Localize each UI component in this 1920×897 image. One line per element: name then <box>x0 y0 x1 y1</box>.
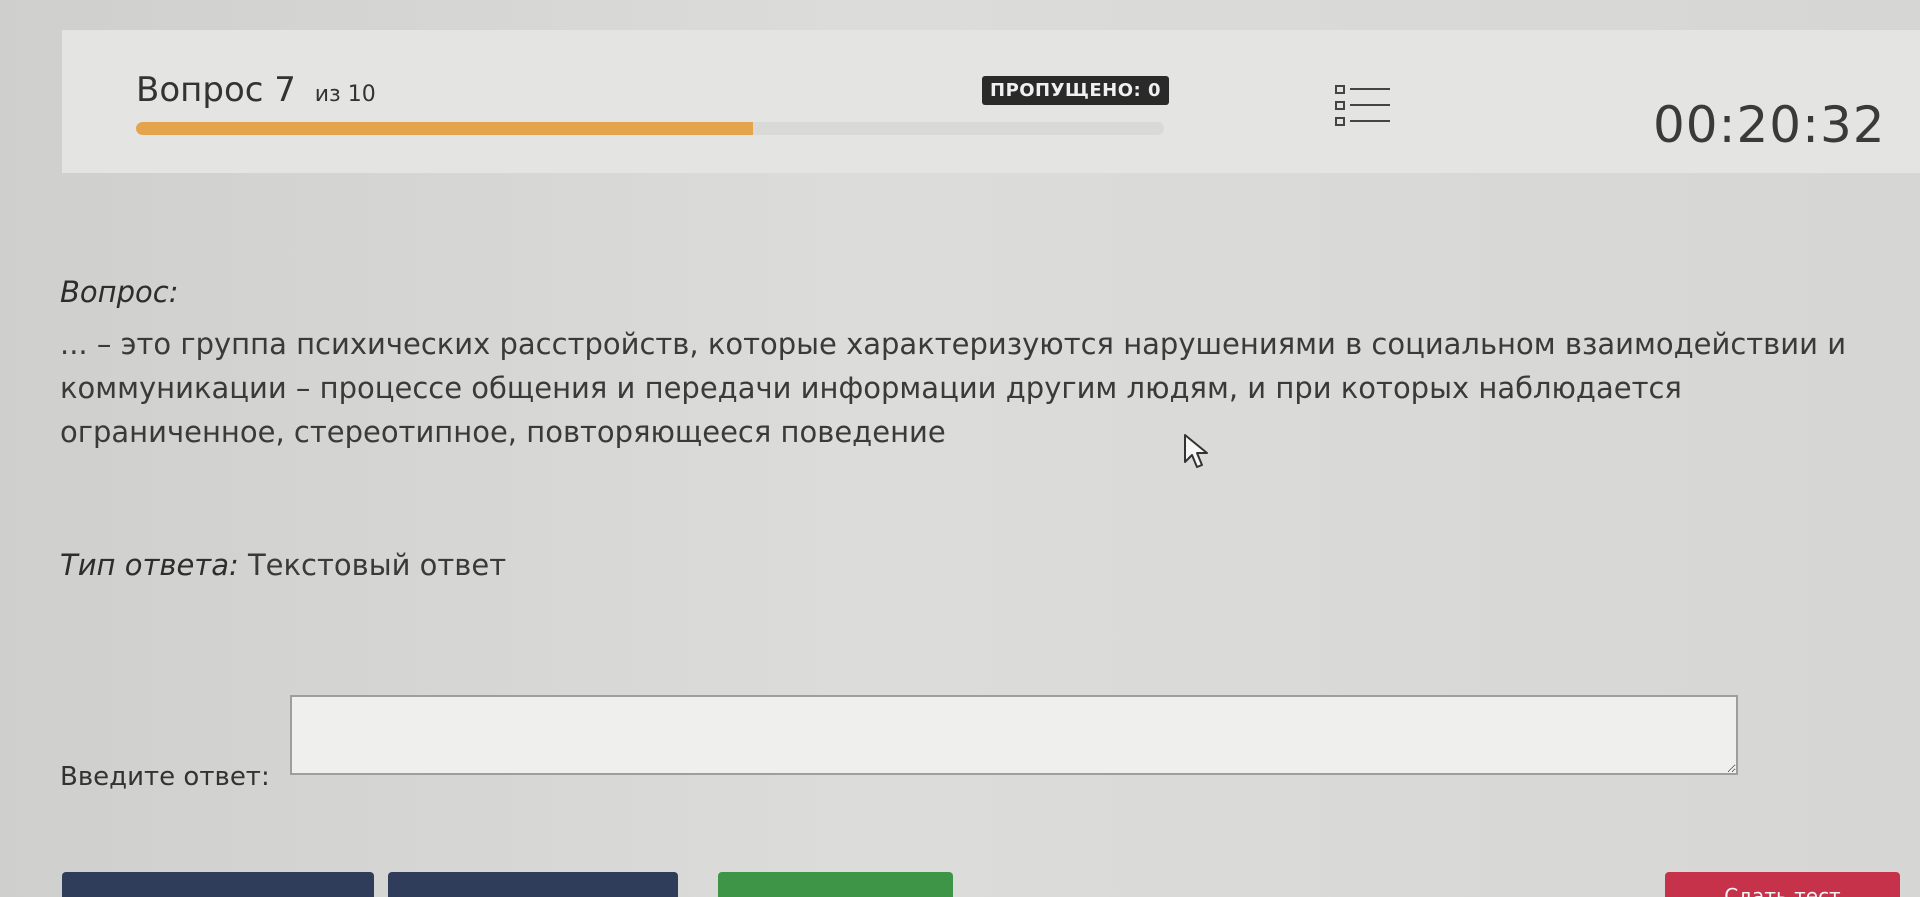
answer-field-label: Введите ответ: <box>60 762 270 792</box>
progress-fill <box>136 122 753 135</box>
answer-type-value: Текстовый ответ <box>247 548 507 582</box>
answer-input[interactable] <box>290 695 1738 775</box>
mouse-cursor-icon <box>1182 432 1212 472</box>
answer-type-label: Тип ответа: <box>60 548 239 582</box>
answer-type: Тип ответа: Текстовый ответ <box>60 548 506 582</box>
question-list-icon[interactable] <box>1334 80 1394 132</box>
previous-button[interactable] <box>62 872 374 897</box>
question-label: Вопрос: <box>60 275 179 309</box>
skipped-badge[interactable]: ПРОПУЩЕНО: 0 <box>982 76 1170 105</box>
question-number: 7 <box>274 70 296 110</box>
question-text: ... – это группа психических расстройств… <box>60 327 1847 449</box>
next-button[interactable] <box>388 872 678 897</box>
test-page: Вопрос 7 из 10 ПРОПУЩЕНО: 0 00:20:32 Воп… <box>0 0 1920 897</box>
timer: 00:20:32 <box>1653 96 1886 154</box>
progress-bar <box>136 122 1164 135</box>
finish-test-button[interactable]: Сдать тест <box>1665 872 1900 897</box>
question-total: из 10 <box>314 82 376 107</box>
question-word: Вопрос <box>136 70 264 110</box>
question-counter: Вопрос 7 из 10 <box>136 70 376 110</box>
answer-button[interactable] <box>718 872 953 897</box>
